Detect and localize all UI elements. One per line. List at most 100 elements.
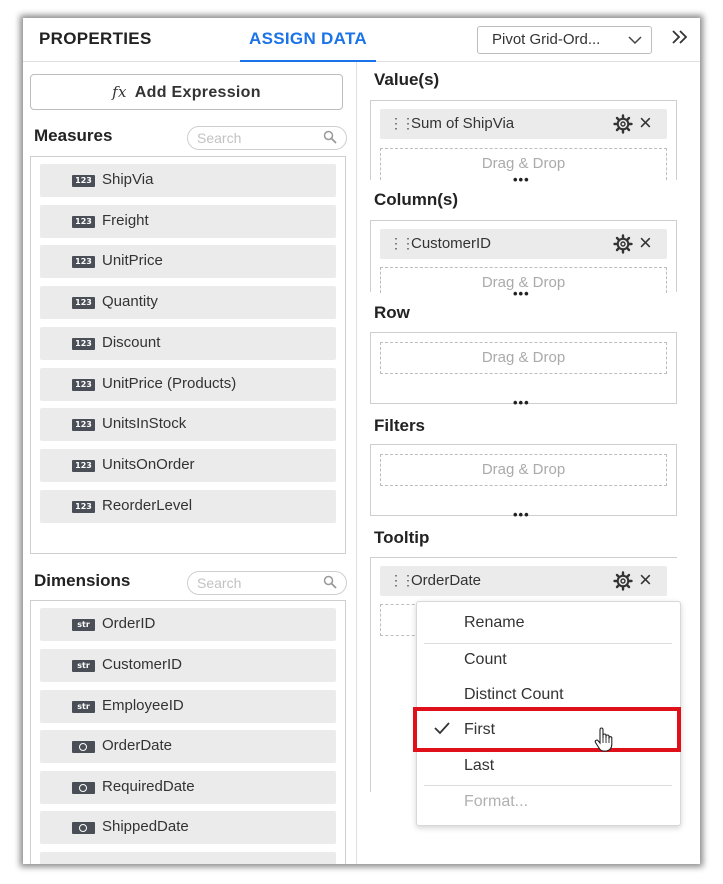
row-zone[interactable]: Drag & Drop ••• <box>370 332 677 409</box>
drag-drop-target[interactable] <box>380 604 420 636</box>
list-item-label: RequiredDate <box>102 778 195 795</box>
drag-handle-icon[interactable]: ⋮⋮ <box>389 235 415 252</box>
menu-item-count[interactable]: Count <box>417 644 680 678</box>
add-expression-button[interactable]: fx Add Expression <box>30 74 343 110</box>
measures-title: Measures <box>34 126 113 145</box>
values-title: Value(s) <box>374 70 440 89</box>
dimensions-search-placeholder: Search <box>197 575 242 591</box>
clock-icon <box>72 782 95 794</box>
more-dots-icon[interactable]: ••• <box>513 173 530 186</box>
columns-title: Column(s) <box>374 190 459 209</box>
double-chevron-right-icon[interactable] <box>667 26 693 54</box>
gear-icon[interactable] <box>613 114 633 134</box>
hand-cursor-icon <box>593 727 615 753</box>
drag-handle-icon[interactable]: ⋮⋮ <box>389 572 415 589</box>
drag-handle-icon[interactable]: ⋮⋮ <box>389 115 415 132</box>
list-item[interactable]: 123 UnitPrice (Products) <box>40 368 336 401</box>
list-item[interactable]: str CustomerID <box>40 649 336 682</box>
drag-drop-target[interactable]: Drag & Drop <box>380 342 667 374</box>
more-dots-icon[interactable]: ••• <box>513 287 530 300</box>
menu-item-last[interactable]: Last <box>417 750 680 784</box>
list-item[interactable]: 123 ReorderLevel <box>40 490 336 523</box>
list-item[interactable]: 123 ShipVia <box>40 164 336 197</box>
close-icon[interactable]: × <box>639 230 652 256</box>
gear-icon[interactable] <box>613 234 633 254</box>
filters-zone[interactable]: Drag & Drop ••• <box>370 444 677 521</box>
pill-label: Sum of ShipVia <box>411 115 515 132</box>
value-field-pill[interactable]: ⋮⋮ Sum of ShipVia × <box>380 109 667 139</box>
chevron-down-icon <box>628 30 642 53</box>
number-type-icon: 123 <box>72 379 95 391</box>
list-item[interactable]: ShippedDate <box>40 811 336 844</box>
list-item[interactable]: str EmployeeID <box>40 690 336 723</box>
list-item-label: UnitPrice (Products) <box>102 375 237 392</box>
list-item[interactable]: 123 UnitsOnOrder <box>40 449 336 482</box>
dimensions-list: str OrderID str CustomerID str EmployeeID O… <box>30 600 346 864</box>
column-divider <box>356 62 357 864</box>
list-item <box>40 852 336 864</box>
list-item-label: ReorderLevel <box>102 497 193 514</box>
search-icon <box>323 575 337 589</box>
row-title: Row <box>374 303 410 322</box>
list-item[interactable]: 123 UnitsInStock <box>40 408 336 441</box>
more-dots-icon[interactable]: ••• <box>513 508 530 521</box>
more-dots-icon[interactable]: ••• <box>513 396 530 409</box>
measures-search-input[interactable]: Search <box>187 126 347 150</box>
list-item-label: UnitsOnOrder <box>102 456 195 473</box>
close-icon[interactable]: × <box>639 110 652 136</box>
number-type-icon: 123 <box>72 216 95 228</box>
tooltip-title: Tooltip <box>374 528 430 547</box>
panel-header: PROPERTIES ASSIGN DATA Pivot Grid-Ord... <box>23 18 700 62</box>
number-type-icon: 123 <box>72 419 95 431</box>
tooltip-field-pill[interactable]: ⋮⋮ OrderDate × <box>380 566 667 596</box>
string-type-icon: str <box>72 701 95 713</box>
list-item[interactable]: RequiredDate <box>40 771 336 804</box>
list-item[interactable]: 123 UnitPrice <box>40 245 336 278</box>
list-item[interactable]: 123 Freight <box>40 205 336 238</box>
number-type-icon: 123 <box>72 501 95 513</box>
fx-icon: fx <box>112 83 127 101</box>
pill-label: CustomerID <box>411 235 492 252</box>
tab-assign-data[interactable]: ASSIGN DATA <box>240 18 376 62</box>
list-item[interactable]: str OrderID <box>40 608 336 641</box>
menu-item-rename[interactable]: Rename <box>417 607 680 641</box>
list-item[interactable]: 123 Quantity <box>40 286 336 319</box>
menu-item-format: Format... <box>464 793 529 810</box>
widget-select[interactable]: Pivot Grid-Ord... <box>477 26 652 54</box>
number-type-icon: 123 <box>72 175 95 187</box>
list-item-label: ShippedDate <box>102 818 189 835</box>
add-expression-label: Add Expression <box>134 84 261 101</box>
drag-drop-target[interactable]: Drag & Drop <box>380 454 667 486</box>
number-type-icon: 123 <box>72 460 95 472</box>
properties-panel: PROPERTIES ASSIGN DATA Pivot Grid-Ord...… <box>23 18 700 864</box>
list-item-label: CustomerID <box>102 656 183 673</box>
gear-icon[interactable] <box>613 571 633 591</box>
string-type-icon: str <box>72 619 95 631</box>
list-item-label: OrderID <box>102 615 156 632</box>
dimensions-title: Dimensions <box>34 571 131 590</box>
widget-select-value: Pivot Grid-Ord... <box>492 31 601 48</box>
column-field-pill[interactable]: ⋮⋮ CustomerID × <box>380 229 667 259</box>
list-item[interactable]: OrderDate <box>40 730 336 763</box>
values-zone[interactable]: ⋮⋮ Sum of ShipVia × Drag & Drop ••• <box>370 100 677 186</box>
list-item-label: EmployeeID <box>102 697 184 714</box>
list-item-label: UnitsInStock <box>102 415 187 432</box>
dimensions-search-input[interactable]: Search <box>187 571 347 595</box>
tab-properties[interactable]: PROPERTIES <box>39 29 152 49</box>
number-type-icon: 123 <box>72 338 95 350</box>
close-icon[interactable]: × <box>639 567 652 593</box>
pill-label: OrderDate <box>411 572 482 589</box>
measures-search-placeholder: Search <box>197 130 242 146</box>
string-type-icon: str <box>72 660 95 672</box>
list-item-label: Quantity <box>102 293 158 310</box>
number-type-icon: 123 <box>72 297 95 309</box>
list-item-label: UnitPrice <box>102 252 163 269</box>
list-item-label: Discount <box>102 334 161 351</box>
columns-zone[interactable]: ⋮⋮ CustomerID × Drag & Drop ••• <box>370 220 677 300</box>
number-type-icon: 123 <box>72 256 95 268</box>
list-item[interactable]: 123 Discount <box>40 327 336 360</box>
selection-highlight-box <box>413 707 681 752</box>
list-item-label: OrderDate <box>102 737 173 754</box>
list-item-label: ShipVia <box>102 171 154 188</box>
filters-title: Filters <box>374 416 426 435</box>
